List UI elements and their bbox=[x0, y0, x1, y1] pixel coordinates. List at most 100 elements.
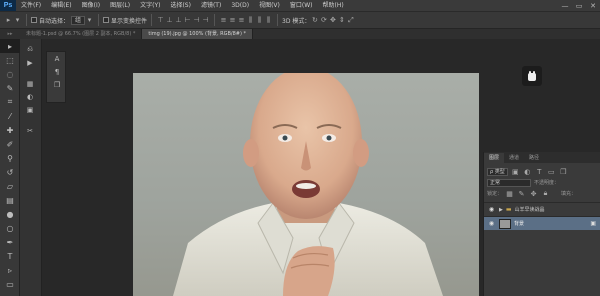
lock-all-icon[interactable]: 🔒︎ bbox=[541, 189, 550, 198]
menu-window[interactable]: 窗口(W) bbox=[285, 0, 318, 11]
gradient-tool-icon[interactable]: ▤ bbox=[0, 193, 20, 207]
3d-drag-icon[interactable]: ✥ bbox=[328, 16, 337, 25]
distribute-bottom-icon[interactable]: ≡ bbox=[237, 16, 246, 25]
menu-help[interactable]: 帮助(H) bbox=[318, 0, 349, 11]
align-top-icon[interactable]: ⊤ bbox=[156, 16, 165, 25]
marquee-tool-icon[interactable]: ⬚ bbox=[0, 53, 20, 67]
tab-channels[interactable]: 通道 bbox=[504, 153, 524, 163]
shape-tool-icon[interactable]: ▭ bbox=[0, 277, 20, 291]
layer-row-group[interactable]: ◉ ▶ ▬ 山羊早读战晶 bbox=[484, 202, 600, 216]
document-tab-bar: 未标题-1.psd @ 66.7% (图层 2 副本, RGB/8) * tim… bbox=[20, 29, 600, 39]
restore-button[interactable]: ▭ bbox=[572, 0, 586, 11]
move-tool-icon[interactable]: ▸ bbox=[0, 39, 20, 53]
align-vcenter-icon[interactable]: ⊥ bbox=[165, 16, 174, 25]
menu-view[interactable]: 视图(V) bbox=[254, 0, 285, 11]
divider bbox=[151, 14, 153, 26]
auto-select-checkbox[interactable] bbox=[31, 17, 37, 23]
tab-layers[interactable]: 图层 bbox=[484, 153, 505, 163]
menu-image[interactable]: 图像(I) bbox=[77, 0, 105, 11]
portrait-photo bbox=[173, 73, 443, 296]
layer-kind-select[interactable]: ρ 类型 bbox=[487, 167, 508, 176]
toolbox-grip[interactable]: ▸▸ bbox=[0, 29, 20, 39]
lock-transparent-icon[interactable]: ▦ bbox=[505, 189, 514, 198]
history-brush-tool-icon[interactable]: ↺ bbox=[0, 165, 20, 179]
eraser-tool-icon[interactable]: ▱ bbox=[0, 179, 20, 193]
lock-row: 锁定： ▦ ✎ ✥ 🔒︎ 填充： bbox=[484, 188, 600, 199]
lasso-tool-icon[interactable]: ◌ bbox=[0, 67, 20, 81]
pen-tool-icon[interactable]: ✒ bbox=[0, 235, 20, 249]
menu-type[interactable]: 文字(Y) bbox=[135, 0, 165, 11]
tab-untitled-1[interactable]: 未标题-1.psd @ 66.7% (图层 2 副本, RGB/8) * bbox=[20, 29, 143, 39]
distribute-right-icon[interactable]: ⫼ bbox=[264, 16, 273, 25]
3d-slide-icon[interactable]: ⇕ bbox=[337, 16, 346, 25]
move-tool-icon[interactable]: ▸ bbox=[4, 16, 13, 25]
quick-select-tool-icon[interactable]: ✎ bbox=[0, 81, 20, 95]
visibility-eye-icon[interactable]: ◉ bbox=[487, 205, 496, 214]
tool-preset-dropdown-icon[interactable]: ▾ bbox=[13, 16, 22, 25]
show-transform-checkbox[interactable] bbox=[103, 17, 110, 23]
menu-file[interactable]: 文件(F) bbox=[16, 0, 46, 11]
blur-tool-icon[interactable]: ● bbox=[0, 207, 20, 221]
auto-select-target-select[interactable]: 组 bbox=[71, 15, 86, 25]
menu-filter[interactable]: 滤镜(T) bbox=[196, 0, 226, 11]
3d-roll-icon[interactable]: ⟳ bbox=[319, 16, 328, 25]
folder-icon: ▬ bbox=[505, 206, 512, 213]
character-panel-icon[interactable]: A bbox=[47, 52, 67, 65]
lock-pixels-icon[interactable]: ✎ bbox=[517, 189, 526, 198]
align-left-icon[interactable]: ⊢ bbox=[183, 16, 192, 25]
actions-panel-icon[interactable]: ▶ bbox=[20, 56, 40, 69]
3d-mode-label: 3D 模式： bbox=[282, 17, 311, 25]
filter-adjust-icon[interactable]: ◐ bbox=[523, 167, 532, 176]
lock-label: 锁定： bbox=[487, 191, 503, 197]
toolbox: ▸ ⬚ ◌ ✎ ⌗ ⁄ ✚ ✐ ⚲ ↺ ▱ ▤ ● ○ ✒ T ▹ ▭ bbox=[0, 39, 20, 296]
layer-row-background[interactable]: ◉ 背景 ▣ bbox=[484, 216, 600, 230]
filter-shape-icon[interactable]: ▭ bbox=[547, 167, 556, 176]
3d-panel-icon[interactable]: ❒ bbox=[47, 78, 67, 91]
blend-mode-select[interactable]: 正常 bbox=[487, 178, 531, 187]
distribute-hcenter-icon[interactable]: ⫼ bbox=[255, 16, 264, 25]
history-panel-icon[interactable]: ⎌ bbox=[20, 43, 40, 56]
filter-pixel-icon[interactable]: ▣ bbox=[511, 167, 520, 176]
tab-paths[interactable]: 路径 bbox=[524, 153, 544, 163]
menu-select[interactable]: 选择(S) bbox=[165, 0, 196, 11]
divider bbox=[26, 14, 27, 26]
minimize-button[interactable]: — bbox=[558, 0, 572, 11]
styles-panel-icon[interactable]: ▣ bbox=[20, 103, 40, 116]
expand-arrow-icon[interactable]: ▶ bbox=[499, 207, 503, 213]
close-button[interactable]: ✕ bbox=[586, 0, 600, 11]
healing-brush-tool-icon[interactable]: ✚ bbox=[0, 123, 20, 137]
dodge-tool-icon[interactable]: ○ bbox=[0, 221, 20, 235]
crop-tool-icon[interactable]: ⌗ bbox=[0, 95, 20, 109]
menu-3d[interactable]: 3D(D) bbox=[226, 0, 254, 11]
3d-rotate-icon[interactable]: ↻ bbox=[310, 16, 319, 25]
filter-smart-icon[interactable]: ❒ bbox=[559, 167, 568, 176]
filter-type-icon[interactable]: T bbox=[535, 167, 544, 176]
path-select-tool-icon[interactable]: ▹ bbox=[0, 263, 20, 277]
3d-scale-icon[interactable]: ⤢ bbox=[346, 16, 355, 25]
brush-tool-icon[interactable]: ✐ bbox=[0, 137, 20, 151]
tool-presets-panel-icon[interactable]: ✂ bbox=[20, 124, 40, 137]
distribute-top-icon[interactable]: ≡ bbox=[219, 16, 228, 25]
visibility-eye-icon[interactable]: ◉ bbox=[487, 219, 496, 228]
distribute-left-icon[interactable]: ⫼ bbox=[246, 16, 255, 25]
align-hcenter-icon[interactable]: ⊣ bbox=[192, 16, 201, 25]
distribute-vcenter-icon[interactable]: ≡ bbox=[228, 16, 237, 25]
menu-layer[interactable]: 图层(L) bbox=[105, 0, 135, 11]
document-image[interactable] bbox=[133, 73, 479, 296]
swatches-panel-icon[interactable]: ▦ bbox=[20, 77, 40, 90]
align-right-icon[interactable]: ⊣ bbox=[201, 16, 210, 25]
photoshop-logo: Ps bbox=[0, 0, 16, 11]
clone-stamp-tool-icon[interactable]: ⚲ bbox=[0, 151, 20, 165]
align-bottom-icon[interactable]: ⊥ bbox=[174, 16, 183, 25]
floating-hand-badge[interactable] bbox=[522, 66, 542, 86]
adjustments-panel-icon[interactable]: ◐ bbox=[20, 90, 40, 103]
tab-label: timg (19).jpg @ 100% (背景, RGB/8#) * bbox=[148, 31, 246, 37]
chevron-down-icon[interactable]: ▾ bbox=[85, 16, 94, 25]
tab-timg-19[interactable]: timg (19).jpg @ 100% (背景, RGB/8#) * bbox=[142, 29, 253, 39]
divider bbox=[277, 14, 279, 26]
paragraph-panel-icon[interactable]: ¶ bbox=[47, 65, 67, 78]
type-tool-icon[interactable]: T bbox=[0, 249, 20, 263]
eyedropper-tool-icon[interactable]: ⁄ bbox=[0, 109, 20, 123]
menu-edit[interactable]: 编辑(E) bbox=[46, 0, 76, 11]
lock-position-icon[interactable]: ✥ bbox=[529, 189, 538, 198]
